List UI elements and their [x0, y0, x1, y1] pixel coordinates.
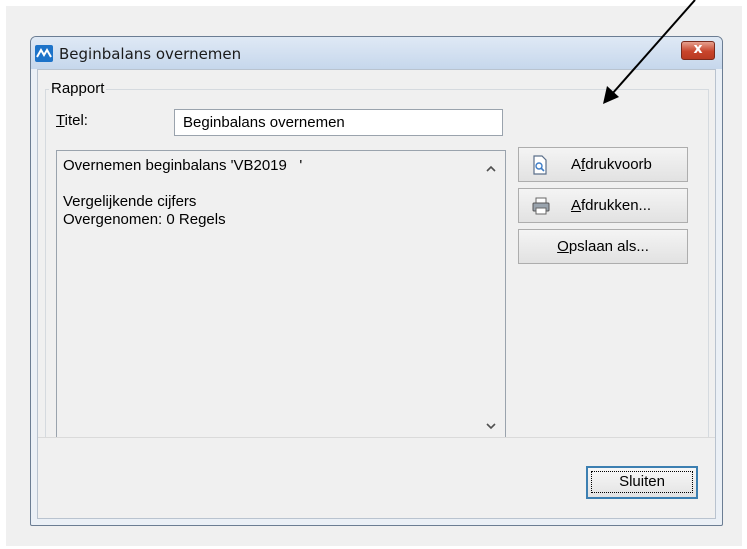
rapport-group-label: Rapport — [49, 80, 107, 97]
report-text-area[interactable]: Overnemen beginbalans 'VB2019 ' Vergelij… — [56, 150, 506, 441]
close-window-button[interactable]: x — [681, 41, 715, 60]
close-button-label: Sluiten — [591, 471, 693, 493]
dialog-window: Beginbalans overnemen x Rapport Titel: B… — [30, 36, 723, 526]
title-bar[interactable]: Beginbalans overnemen x — [31, 37, 722, 69]
app-logo-icon — [35, 45, 53, 62]
print-label: Afdrukken... — [571, 197, 652, 214]
titel-input[interactable]: Beginbalans overnemen — [174, 109, 503, 136]
scroll-up-icon[interactable] — [483, 161, 499, 177]
print-preview-label: Afdrukvoorb — [571, 156, 652, 173]
print-preview-button[interactable]: Afdrukvoorb — [518, 147, 688, 182]
close-icon: x — [693, 41, 703, 57]
titel-label-accelerator: T — [56, 112, 65, 129]
titel-label: Titel: — [56, 112, 88, 129]
save-as-label: Opslaan als... — [557, 238, 649, 255]
close-button[interactable]: Sluiten — [586, 466, 698, 499]
print-preview-icon — [531, 155, 549, 175]
window-title: Beginbalans overnemen — [59, 45, 242, 63]
scroll-down-icon[interactable] — [483, 418, 499, 434]
save-as-button[interactable]: Opslaan als... — [518, 229, 688, 264]
report-text: Overnemen beginbalans 'VB2019 ' Vergelij… — [63, 157, 303, 228]
printer-icon — [531, 196, 550, 216]
dialog-client-area: Rapport Titel: Beginbalans overnemen Ove… — [37, 69, 716, 519]
screenshot-canvas: Beginbalans overnemen x Rapport Titel: B… — [0, 0, 747, 549]
dialog-footer: Sluiten — [38, 437, 715, 518]
print-button[interactable]: Afdrukken... — [518, 188, 688, 223]
titel-label-text: itel: — [64, 112, 88, 129]
